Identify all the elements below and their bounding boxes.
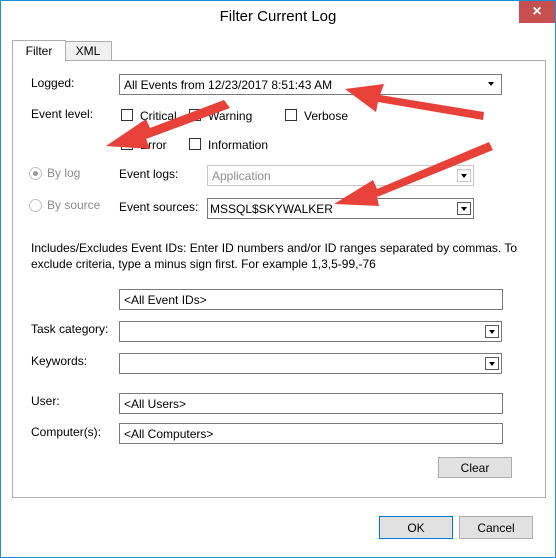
event-ids-help-line1: Includes/Excludes Event IDs: Enter ID nu… (31, 241, 518, 255)
tab-xml-label: XML (75, 44, 101, 58)
event-logs-label: Event logs: (119, 167, 179, 181)
user-value: <All Users> (124, 397, 187, 411)
error-label: Error (140, 138, 167, 152)
close-icon: × (532, 3, 542, 20)
event-ids-help-line2: exclude criteria, type a minus sign firs… (31, 257, 376, 271)
chevron-down-icon (485, 78, 499, 91)
logged-dropdown[interactable]: All Events from 12/23/2017 8:51:43 AM (119, 74, 502, 95)
window-title: Filter Current Log (219, 8, 337, 25)
warning-checkbox[interactable] (189, 109, 201, 121)
by-log-label: By log (47, 166, 81, 180)
cancel-button-label: Cancel (477, 521, 515, 535)
user-label: User: (31, 394, 60, 408)
clear-button-label: Clear (460, 461, 490, 475)
information-checkbox[interactable] (189, 138, 201, 150)
event-sources-dropdown[interactable]: MSSQL$SKYWALKER (207, 198, 474, 219)
by-source-radio[interactable] (29, 199, 42, 212)
keywords-label: Keywords: (31, 354, 88, 368)
chevron-down-icon (485, 325, 499, 338)
close-button[interactable]: × (519, 1, 555, 23)
error-checkbox[interactable]: ✔ (121, 134, 134, 150)
title-bar[interactable]: Filter Current Log × (1, 1, 555, 32)
warning-label: Warning (208, 109, 253, 123)
critical-checkbox[interactable] (121, 109, 133, 121)
by-source-label: By source (47, 198, 101, 212)
chevron-down-icon (457, 169, 471, 182)
logged-label: Logged: (31, 76, 75, 90)
event-ids-input[interactable]: <All Event IDs> (119, 289, 503, 310)
keywords-dropdown[interactable] (119, 353, 502, 374)
event-sources-label: Event sources: (119, 200, 199, 214)
cancel-button[interactable]: Cancel (459, 516, 533, 539)
filter-dialog: Filter Current Log × Filter XML Logged: … (0, 0, 556, 558)
chevron-down-icon (457, 202, 471, 215)
clear-button[interactable]: Clear (438, 457, 512, 478)
task-category-dropdown[interactable] (119, 321, 502, 342)
tab-filter-label: Filter (25, 44, 53, 58)
by-log-radio[interactable] (29, 167, 42, 180)
checkmark-icon: ✔ (123, 134, 134, 149)
computer-input[interactable]: <All Computers> (119, 423, 503, 444)
event-sources-value: MSSQL$SKYWALKER (210, 202, 333, 216)
computer-label: Computer(s): (31, 425, 102, 439)
verbose-checkbox[interactable] (285, 109, 297, 121)
task-category-label: Task category: (31, 322, 109, 336)
tab-xml[interactable]: XML (64, 41, 112, 61)
computer-value: <All Computers> (124, 427, 214, 441)
verbose-label: Verbose (304, 109, 349, 123)
event-level-label: Event level: (31, 107, 94, 121)
logged-value: All Events from 12/23/2017 8:51:43 AM (124, 78, 333, 92)
event-logs-dropdown[interactable]: Application (207, 165, 474, 186)
event-logs-value: Application (212, 169, 271, 183)
critical-label: Critical (140, 109, 177, 123)
user-input[interactable]: <All Users> (119, 393, 503, 414)
tab-filter[interactable]: Filter (12, 40, 66, 62)
radio-selected-dot (33, 171, 38, 176)
chevron-down-icon (485, 357, 499, 370)
ok-button-label: OK (407, 521, 425, 535)
ok-button[interactable]: OK (379, 516, 453, 539)
information-label: Information (208, 138, 269, 152)
event-ids-value: <All Event IDs> (124, 293, 207, 307)
